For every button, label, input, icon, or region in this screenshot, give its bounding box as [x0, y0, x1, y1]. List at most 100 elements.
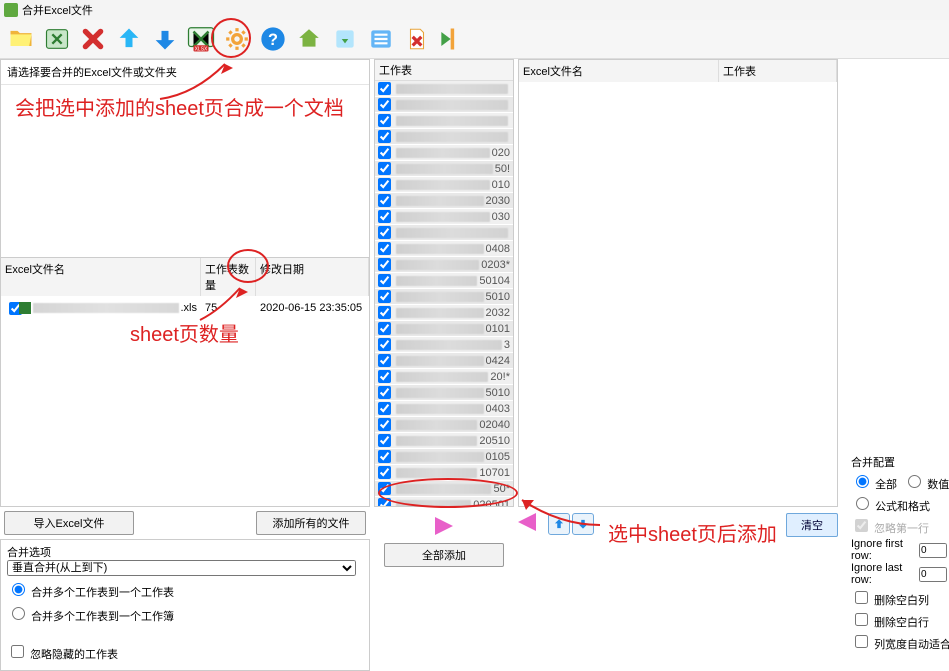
settings-button[interactable] [220, 22, 254, 56]
svg-text:?: ? [268, 31, 278, 49]
open-folder-button[interactable] [4, 22, 38, 56]
list-item[interactable] [375, 225, 513, 240]
sheet-checkbox[interactable] [378, 258, 391, 271]
sheet-checkbox[interactable] [378, 354, 391, 367]
list-item[interactable]: 0105 [375, 449, 513, 464]
list-item[interactable]: 5010 [375, 289, 513, 304]
list-item[interactable]: 020501 [375, 497, 513, 506]
sheet-tail: 0101 [486, 323, 510, 335]
move-up-button[interactable] [112, 22, 146, 56]
list-item[interactable] [375, 113, 513, 128]
move-down-small-button[interactable] [572, 513, 594, 535]
table-row[interactable]: .xls 75 2020-06-15 23:35:05 [1, 296, 369, 321]
chk-ignore-hidden[interactable]: 忽略隐藏的工作表 [7, 642, 363, 662]
list-item[interactable]: 0424 [375, 353, 513, 368]
list-item[interactable]: 20!* [375, 369, 513, 384]
ignore-first-input[interactable] [919, 543, 947, 558]
radio-formula[interactable]: 公式和格式 [851, 494, 947, 514]
h-scrollbar[interactable] [1, 492, 369, 506]
list-item[interactable] [375, 81, 513, 96]
list-item[interactable]: 3 [375, 337, 513, 352]
sheet-checkbox[interactable] [378, 242, 391, 255]
chk-del-blank-row[interactable]: 删除空白行 [851, 610, 947, 630]
radio-merge-to-sheet[interactable]: 合并多个工作表到一个工作表 [7, 580, 363, 600]
sheet-checkbox[interactable] [378, 130, 391, 143]
clear-button[interactable]: 清空 [786, 513, 838, 537]
h-scrollbar-right[interactable] [519, 492, 837, 506]
chk-auto-width[interactable]: 列宽度自动适合 [851, 632, 947, 652]
list-item[interactable]: 0408 [375, 241, 513, 256]
delete-file-button[interactable] [400, 22, 434, 56]
list-item[interactable]: 50! [375, 161, 513, 176]
sheet-list[interactable]: 020 50! 010 2030 030 0408 0203* 50104 50… [375, 81, 513, 506]
sheet-tail: 5010 [486, 291, 510, 303]
back-button[interactable] [436, 22, 470, 56]
folder-area[interactable] [1, 85, 369, 257]
list-item[interactable]: 2032 [375, 305, 513, 320]
sheet-checkbox[interactable] [378, 114, 391, 127]
sheet-checkbox[interactable] [378, 434, 391, 447]
add-all-sheets-button[interactable]: 全部添加 [384, 543, 504, 567]
ignore-last-row[interactable]: Ignore last row: [851, 562, 947, 586]
list-item[interactable]: 020 [375, 145, 513, 160]
file-table-header: Excel文件名 工作表数量 修改日期 [1, 257, 369, 296]
sheet-checkbox[interactable] [378, 306, 391, 319]
list-item[interactable]: 2030 [375, 193, 513, 208]
sheet-checkbox[interactable] [378, 274, 391, 287]
file-icon [19, 302, 31, 314]
remove-button[interactable] [76, 22, 110, 56]
window-title: 合并Excel文件 [22, 2, 93, 18]
sheet-checkbox[interactable] [378, 386, 391, 399]
move-up-small-button[interactable] [548, 513, 570, 535]
sheet-checkbox[interactable] [378, 290, 391, 303]
sheet-checkbox[interactable] [378, 370, 391, 383]
ignore-first-row[interactable]: Ignore first row: [851, 538, 947, 562]
move-down-button[interactable] [148, 22, 182, 56]
list-item[interactable]: 50104 [375, 273, 513, 288]
radio-merge-to-book[interactable]: 合并多个工作表到一个工作簿 [7, 604, 363, 624]
chk-del-blank-col[interactable]: 删除空白列 [851, 588, 947, 608]
list-item[interactable]: 0203* [375, 257, 513, 272]
right-list-area[interactable] [519, 82, 837, 492]
list-item[interactable] [375, 97, 513, 112]
merge-direction-select[interactable]: 垂直合并(从上到下) [7, 560, 356, 576]
sheet-checkbox[interactable] [378, 146, 391, 159]
sheet-checkbox[interactable] [378, 466, 391, 479]
help-button[interactable]: ? [256, 22, 290, 56]
import-excel-file-button[interactable]: 导入Excel文件 [4, 511, 134, 535]
sheet-checkbox[interactable] [378, 82, 391, 95]
sheet-checkbox[interactable] [378, 450, 391, 463]
list-item[interactable] [375, 129, 513, 144]
sheet-checkbox[interactable] [378, 418, 391, 431]
list-item[interactable]: 0101 [375, 321, 513, 336]
radio-all[interactable]: 全部 数值 [851, 472, 947, 492]
arrow-remove-icon[interactable] [518, 513, 536, 531]
sheet-checkbox[interactable] [378, 482, 391, 495]
list-item[interactable]: 030 [375, 209, 513, 224]
sheet-checkbox[interactable] [378, 498, 391, 506]
sheet-checkbox[interactable] [378, 210, 391, 223]
list-item[interactable]: 50* [375, 481, 513, 496]
list-item[interactable]: 010 [375, 177, 513, 192]
home-button[interactable] [292, 22, 326, 56]
list-item[interactable]: 20510 [375, 433, 513, 448]
list-item[interactable]: 10701 [375, 465, 513, 480]
sheet-checkbox[interactable] [378, 194, 391, 207]
list-button[interactable] [364, 22, 398, 56]
sheet-checkbox[interactable] [378, 402, 391, 415]
ignore-last-input[interactable] [919, 567, 947, 582]
sheet-checkbox[interactable] [378, 338, 391, 351]
sheet-checkbox[interactable] [378, 226, 391, 239]
merge-to-xlsx-button[interactable]: XLSX [184, 22, 218, 56]
list-item[interactable]: 0403 [375, 401, 513, 416]
import-excel-button[interactable] [40, 22, 74, 56]
sheet-checkbox[interactable] [378, 162, 391, 175]
list-item[interactable]: 5010 [375, 385, 513, 400]
arrow-add-icon[interactable] [435, 517, 453, 535]
add-all-files-button[interactable]: 添加所有的文件 [256, 511, 366, 535]
sheet-checkbox[interactable] [378, 322, 391, 335]
list-item[interactable]: 02040 [375, 417, 513, 432]
sheet-checkbox[interactable] [378, 178, 391, 191]
sheet-checkbox[interactable] [378, 98, 391, 111]
download-button[interactable] [328, 22, 362, 56]
